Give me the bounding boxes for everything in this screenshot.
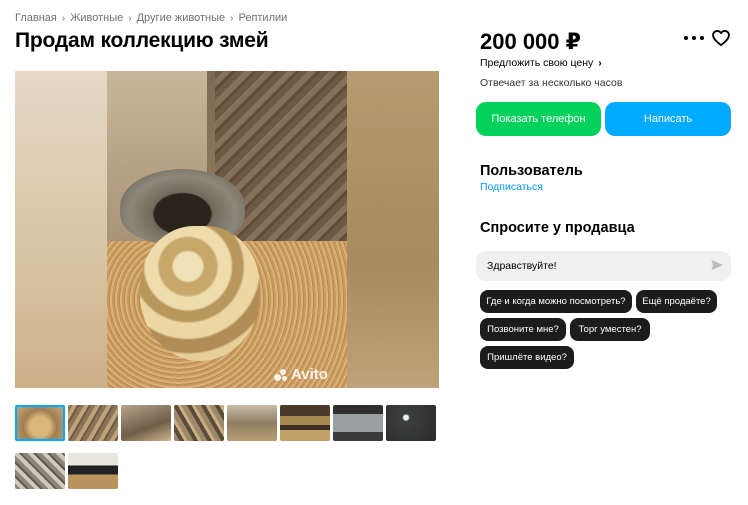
thumbnail[interactable] [333,405,383,441]
quick-question-chip[interactable]: Где и когда можно посмотреть? [480,290,632,313]
breadcrumb-animals[interactable]: Животные [70,12,123,24]
thumbnail[interactable] [280,405,330,441]
quick-question-chip[interactable]: Пришлёте видео? [480,346,574,369]
ask-seller-title: Спросите у продавца [480,220,635,236]
listing-title: Продам коллекцию змей [15,29,269,52]
breadcrumb-reptiles[interactable]: Рептилии [238,12,287,24]
show-phone-button[interactable]: Показать телефон [476,102,601,136]
breadcrumb-other-animals[interactable]: Другие животные [137,12,226,24]
avito-logo-icon [274,368,288,382]
photo-blur-left [15,71,107,388]
price: 200 000 ₽ [480,29,581,54]
thumbnail[interactable] [15,453,65,489]
main-photo[interactable] [15,71,439,388]
photo-blur-right [347,71,439,388]
thumbnail[interactable] [386,405,436,441]
avito-watermark: Avito [274,366,328,383]
message-input[interactable]: Здравствуйте! [476,251,731,281]
thumbnail[interactable] [68,405,118,441]
offer-price-link[interactable]: Предложить свою цену › [480,57,602,69]
write-button[interactable]: Написать [605,102,731,136]
response-time: Отвечает за несколько часов [480,77,623,89]
watermark-text: Avito [291,366,328,383]
thumbnail[interactable] [174,405,224,441]
more-icon[interactable] [684,30,704,46]
quick-question-chip[interactable]: Ещё продаёте? [636,290,717,313]
photo-snake [140,226,260,361]
breadcrumb-home[interactable]: Главная [15,12,57,24]
breadcrumb-separator: › [61,12,66,24]
heart-icon[interactable] [711,28,731,48]
thumbnail[interactable] [68,453,118,489]
thumbnail[interactable] [227,405,277,441]
quick-question-chip[interactable]: Торг уместен? [570,318,650,341]
quick-question-chip[interactable]: Позвоните мне? [480,318,566,341]
breadcrumb-separator: › [230,12,234,24]
breadcrumb: Главная › Животные › Другие животные › Р… [15,12,287,24]
offer-price-label: Предложить свою цену [480,57,594,69]
chevron-right-icon: › [598,57,602,69]
seller-name[interactable]: Пользователь [480,163,583,179]
send-icon[interactable] [710,258,724,272]
subscribe-link[interactable]: Подписаться [480,181,543,193]
message-input-value: Здравствуйте! [487,260,557,272]
thumbnail[interactable] [15,405,65,441]
breadcrumb-separator: › [128,12,132,24]
thumbnail[interactable] [121,405,171,441]
